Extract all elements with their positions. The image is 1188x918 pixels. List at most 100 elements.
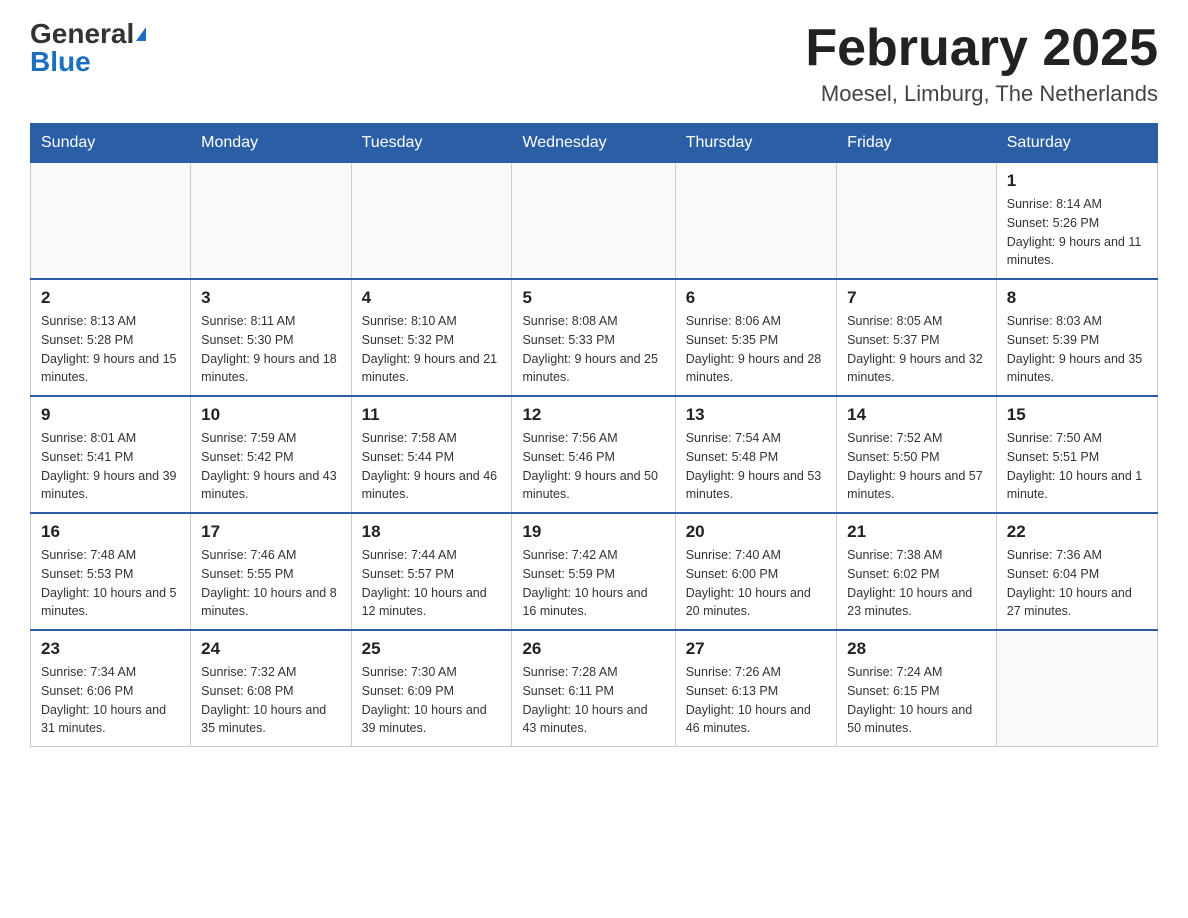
day-number: 5	[522, 288, 664, 308]
day-info: Sunrise: 8:14 AM Sunset: 5:26 PM Dayligh…	[1007, 195, 1147, 270]
calendar-day-cell	[996, 630, 1157, 747]
calendar-day-cell: 12 Sunrise: 7:56 AM Sunset: 5:46 PM Dayli…	[512, 396, 675, 513]
day-info: Sunrise: 7:54 AM Sunset: 5:48 PM Dayligh…	[686, 429, 826, 504]
calendar-day-cell: 13 Sunrise: 7:54 AM Sunset: 5:48 PM Dayli…	[675, 396, 836, 513]
calendar-day-cell: 16 Sunrise: 7:48 AM Sunset: 5:53 PM Dayli…	[31, 513, 191, 630]
day-info: Sunrise: 7:50 AM Sunset: 5:51 PM Dayligh…	[1007, 429, 1147, 504]
day-number: 22	[1007, 522, 1147, 542]
calendar-day-cell: 27 Sunrise: 7:26 AM Sunset: 6:13 PM Dayli…	[675, 630, 836, 747]
calendar-day-cell: 1Sunrise: 8:14 AM Sunset: 5:26 PM Daylig…	[996, 163, 1157, 280]
day-number: 28	[847, 639, 986, 659]
calendar-day-cell: 5 Sunrise: 8:08 AM Sunset: 5:33 PM Daylig…	[512, 279, 675, 396]
day-number: 13	[686, 405, 826, 425]
day-number: 9	[41, 405, 180, 425]
day-info: Sunrise: 7:44 AM Sunset: 5:57 PM Dayligh…	[362, 546, 502, 621]
calendar-day-cell: 18 Sunrise: 7:44 AM Sunset: 5:57 PM Dayli…	[351, 513, 512, 630]
day-number: 16	[41, 522, 180, 542]
day-info: Sunrise: 7:40 AM Sunset: 6:00 PM Dayligh…	[686, 546, 826, 621]
day-number: 25	[362, 639, 502, 659]
day-number: 12	[522, 405, 664, 425]
day-number: 10	[201, 405, 340, 425]
calendar-day-cell	[512, 163, 675, 280]
calendar-day-cell: 9 Sunrise: 8:01 AM Sunset: 5:41 PM Daylig…	[31, 396, 191, 513]
day-number: 6	[686, 288, 826, 308]
day-info: Sunrise: 7:30 AM Sunset: 6:09 PM Dayligh…	[362, 663, 502, 738]
calendar-table: SundayMondayTuesdayWednesdayThursdayFrid…	[30, 123, 1158, 747]
calendar-day-cell	[31, 163, 191, 280]
day-info: Sunrise: 7:59 AM Sunset: 5:42 PM Dayligh…	[201, 429, 340, 504]
logo-blue-text: Blue	[30, 48, 91, 76]
calendar-day-cell: 21 Sunrise: 7:38 AM Sunset: 6:02 PM Dayli…	[837, 513, 997, 630]
day-number: 27	[686, 639, 826, 659]
calendar-day-cell: 8 Sunrise: 8:03 AM Sunset: 5:39 PM Daylig…	[996, 279, 1157, 396]
logo-general-text: General	[30, 20, 134, 48]
day-info: Sunrise: 8:11 AM Sunset: 5:30 PM Dayligh…	[201, 312, 340, 387]
day-number: 4	[362, 288, 502, 308]
logo-triangle-icon	[136, 27, 146, 41]
day-info: Sunrise: 7:56 AM Sunset: 5:46 PM Dayligh…	[522, 429, 664, 504]
day-number: 17	[201, 522, 340, 542]
day-info: Sunrise: 7:38 AM Sunset: 6:02 PM Dayligh…	[847, 546, 986, 621]
day-info: Sunrise: 8:01 AM Sunset: 5:41 PM Dayligh…	[41, 429, 180, 504]
day-info: Sunrise: 8:03 AM Sunset: 5:39 PM Dayligh…	[1007, 312, 1147, 387]
calendar-day-cell: 6 Sunrise: 8:06 AM Sunset: 5:35 PM Daylig…	[675, 279, 836, 396]
calendar-day-cell: 25 Sunrise: 7:30 AM Sunset: 6:09 PM Dayli…	[351, 630, 512, 747]
calendar-week-row: 2 Sunrise: 8:13 AM Sunset: 5:28 PM Daylig…	[31, 279, 1158, 396]
day-number: 3	[201, 288, 340, 308]
day-info: Sunrise: 7:48 AM Sunset: 5:53 PM Dayligh…	[41, 546, 180, 621]
calendar-day-cell: 26Sunrise: 7:28 AM Sunset: 6:11 PM Dayli…	[512, 630, 675, 747]
day-info: Sunrise: 7:28 AM Sunset: 6:11 PM Dayligh…	[522, 663, 664, 738]
calendar-day-cell: 20 Sunrise: 7:40 AM Sunset: 6:00 PM Dayli…	[675, 513, 836, 630]
day-info: Sunrise: 8:13 AM Sunset: 5:28 PM Dayligh…	[41, 312, 180, 387]
header-friday: Friday	[837, 124, 997, 163]
day-number: 15	[1007, 405, 1147, 425]
calendar-day-cell: 14 Sunrise: 7:52 AM Sunset: 5:50 PM Dayli…	[837, 396, 997, 513]
day-number: 20	[686, 522, 826, 542]
calendar-day-cell	[191, 163, 351, 280]
day-info: Sunrise: 8:06 AM Sunset: 5:35 PM Dayligh…	[686, 312, 826, 387]
day-number: 14	[847, 405, 986, 425]
calendar-week-row: 16 Sunrise: 7:48 AM Sunset: 5:53 PM Dayli…	[31, 513, 1158, 630]
calendar-week-row: 1Sunrise: 8:14 AM Sunset: 5:26 PM Daylig…	[31, 163, 1158, 280]
day-info: Sunrise: 7:52 AM Sunset: 5:50 PM Dayligh…	[847, 429, 986, 504]
day-info: Sunrise: 7:26 AM Sunset: 6:13 PM Dayligh…	[686, 663, 826, 738]
calendar-day-cell	[351, 163, 512, 280]
calendar-day-cell: 4 Sunrise: 8:10 AM Sunset: 5:32 PM Daylig…	[351, 279, 512, 396]
calendar-day-cell: 23Sunrise: 7:34 AM Sunset: 6:06 PM Dayli…	[31, 630, 191, 747]
calendar-week-row: 23Sunrise: 7:34 AM Sunset: 6:06 PM Dayli…	[31, 630, 1158, 747]
calendar-day-cell: 19Sunrise: 7:42 AM Sunset: 5:59 PM Dayli…	[512, 513, 675, 630]
calendar-day-cell: 10 Sunrise: 7:59 AM Sunset: 5:42 PM Dayli…	[191, 396, 351, 513]
day-info: Sunrise: 7:46 AM Sunset: 5:55 PM Dayligh…	[201, 546, 340, 621]
header-wednesday: Wednesday	[512, 124, 675, 163]
day-number: 18	[362, 522, 502, 542]
day-info: Sunrise: 8:10 AM Sunset: 5:32 PM Dayligh…	[362, 312, 502, 387]
day-number: 7	[847, 288, 986, 308]
calendar-day-cell: 15 Sunrise: 7:50 AM Sunset: 5:51 PM Dayli…	[996, 396, 1157, 513]
day-info: Sunrise: 7:58 AM Sunset: 5:44 PM Dayligh…	[362, 429, 502, 504]
calendar-day-cell: 3 Sunrise: 8:11 AM Sunset: 5:30 PM Daylig…	[191, 279, 351, 396]
calendar-header-row: SundayMondayTuesdayWednesdayThursdayFrid…	[31, 124, 1158, 163]
header: General Blue February 2025 Moesel, Limbu…	[30, 20, 1158, 107]
header-tuesday: Tuesday	[351, 124, 512, 163]
header-thursday: Thursday	[675, 124, 836, 163]
day-number: 24	[201, 639, 340, 659]
day-number: 8	[1007, 288, 1147, 308]
calendar-day-cell: 11Sunrise: 7:58 AM Sunset: 5:44 PM Dayli…	[351, 396, 512, 513]
day-info: Sunrise: 7:36 AM Sunset: 6:04 PM Dayligh…	[1007, 546, 1147, 621]
day-number: 19	[522, 522, 664, 542]
day-number: 2	[41, 288, 180, 308]
day-info: Sunrise: 8:08 AM Sunset: 5:33 PM Dayligh…	[522, 312, 664, 387]
calendar-day-cell: 17 Sunrise: 7:46 AM Sunset: 5:55 PM Dayli…	[191, 513, 351, 630]
title-area: February 2025 Moesel, Limburg, The Nethe…	[805, 20, 1158, 107]
calendar-day-cell: 2 Sunrise: 8:13 AM Sunset: 5:28 PM Daylig…	[31, 279, 191, 396]
calendar-day-cell: 7Sunrise: 8:05 AM Sunset: 5:37 PM Daylig…	[837, 279, 997, 396]
logo: General Blue	[30, 20, 146, 76]
day-info: Sunrise: 7:34 AM Sunset: 6:06 PM Dayligh…	[41, 663, 180, 738]
day-info: Sunrise: 7:24 AM Sunset: 6:15 PM Dayligh…	[847, 663, 986, 738]
day-number: 21	[847, 522, 986, 542]
header-sunday: Sunday	[31, 124, 191, 163]
calendar-day-cell: 24Sunrise: 7:32 AM Sunset: 6:08 PM Dayli…	[191, 630, 351, 747]
calendar-day-cell	[675, 163, 836, 280]
calendar-title: February 2025	[805, 20, 1158, 77]
header-monday: Monday	[191, 124, 351, 163]
